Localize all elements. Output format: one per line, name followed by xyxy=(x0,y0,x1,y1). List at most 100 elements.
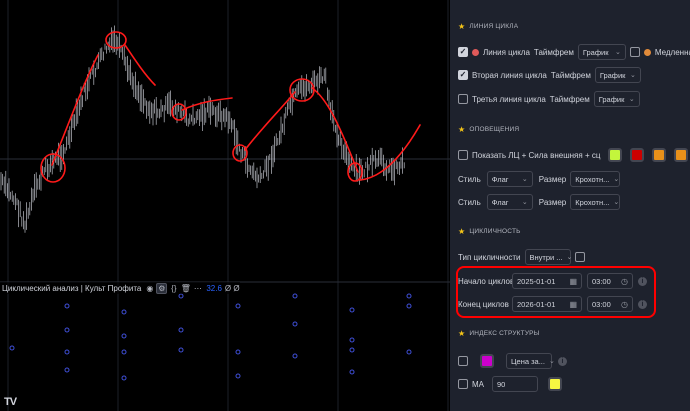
ma-checkbox[interactable] xyxy=(458,379,468,389)
indicator-values-tail: Ø Ø xyxy=(224,283,240,293)
slow-checkbox[interactable] xyxy=(629,47,640,57)
info-icon[interactable]: i xyxy=(638,276,647,286)
chevron-down-icon: ⌄ xyxy=(521,199,528,206)
cycle-line-checkbox[interactable] xyxy=(458,47,468,57)
oscillator-dot xyxy=(349,369,355,375)
size-select[interactable]: Крохотн... ⌄ xyxy=(570,194,621,210)
section-alerts: ★ ОПОВЕЩЕНИЯ xyxy=(458,123,519,135)
indicator-legend[interactable]: Циклический анализ | Культ Профита ◉ ⚙ {… xyxy=(0,282,240,294)
tradingview-logo[interactable]: TV xyxy=(4,396,17,408)
structure-checkbox[interactable] xyxy=(458,356,468,366)
cycles-end-time-input[interactable]: 03:00 ◷ xyxy=(587,296,633,312)
oscillator-dot xyxy=(349,337,355,343)
settings-icon[interactable]: ⚙ xyxy=(156,282,168,294)
slow-color-dot xyxy=(643,48,651,56)
oscillator-dot xyxy=(178,327,184,333)
oscillator-dot xyxy=(178,347,184,353)
chevron-down-icon: ⌄ xyxy=(629,72,636,79)
timeframe-select[interactable]: График ⌄ xyxy=(594,67,641,83)
trend-line xyxy=(244,91,296,151)
timeframe-label: Таймфрем xyxy=(550,70,591,80)
date-value: 2025-01-01 xyxy=(517,276,556,286)
chevron-down-icon: ⌄ xyxy=(613,199,620,206)
source-code-icon[interactable]: {} xyxy=(168,283,179,294)
alerts-show-checkbox[interactable] xyxy=(458,150,468,160)
cycles-start-time-input[interactable]: 03:00 ◷ xyxy=(587,273,633,289)
indicator-value: 32.6 xyxy=(206,283,222,293)
timeframe-select[interactable]: График ⌄ xyxy=(593,91,640,107)
star-icon: ★ xyxy=(458,328,466,338)
alert-color-swatch-3[interactable] xyxy=(652,148,667,162)
structure-color-swatch[interactable] xyxy=(480,354,494,368)
date-value: 2026-01-01 xyxy=(517,299,556,309)
style-value: Флаг xyxy=(491,174,509,184)
structure-source-select[interactable]: Цена за... ⌄ xyxy=(506,353,555,369)
cyclicity-type-select[interactable]: Внутри ... ⌄ xyxy=(524,249,573,265)
eye-icon[interactable]: ◉ xyxy=(144,283,155,294)
oscillator-dot xyxy=(235,303,241,309)
ma-color-swatch[interactable] xyxy=(548,377,562,391)
size-value: Крохотн... xyxy=(575,174,610,184)
cyclicity-type-checkbox[interactable] xyxy=(574,252,585,262)
oscillator-dot xyxy=(64,349,70,355)
cycles-start-date-input[interactable]: 2025-01-01 ▦ xyxy=(512,273,582,289)
size-select[interactable]: Крохотн... ⌄ xyxy=(570,171,621,187)
clock-icon[interactable]: ◷ xyxy=(621,300,628,309)
oscillator-dot xyxy=(292,293,298,299)
cycles-start-row: Начало циклов 2025-01-01 ▦ 03:00 ◷ i xyxy=(458,273,647,289)
oscillator-dot xyxy=(292,353,298,359)
timeframe-label: Таймфрем xyxy=(533,47,574,57)
info-icon[interactable]: i xyxy=(638,299,647,309)
oscillator-dot xyxy=(292,321,298,327)
info-icon[interactable]: i xyxy=(558,356,567,366)
ma-length-input[interactable]: 90 xyxy=(492,376,538,392)
third-cycle-line-label: Третья линия цикла xyxy=(472,94,546,104)
price-bars xyxy=(0,25,405,233)
star-icon: ★ xyxy=(458,226,466,236)
cycles-end-row: Конец циклов 2026-01-01 ▦ 03:00 ◷ i xyxy=(458,296,647,312)
structure-row: Цена за... ⌄ i xyxy=(458,353,567,369)
chevron-down-icon: ⌄ xyxy=(566,254,573,261)
cycles-end-label: Конец циклов xyxy=(458,299,509,309)
cyclicity-type-value: Внутри ... xyxy=(529,252,563,262)
more-icon[interactable]: ⋯ xyxy=(192,283,203,294)
delete-icon[interactable]: 🗑 xyxy=(180,283,191,294)
style-select[interactable]: Флаг ⌄ xyxy=(486,194,533,210)
oscillator-dot xyxy=(121,349,127,355)
timeframe-value: График xyxy=(599,70,626,80)
alert-color-swatch-2[interactable] xyxy=(630,148,645,162)
chevron-down-icon: ⌄ xyxy=(548,358,555,365)
section-title: ОПОВЕЩЕНИЯ xyxy=(469,125,520,133)
section-cyclicity: ★ ЦИКЛИЧНОСТЬ xyxy=(458,225,521,237)
alert-color-swatch-4[interactable] xyxy=(674,148,689,162)
section-title: ЛИНИЯ ЦИКЛА xyxy=(469,22,519,30)
indicator-title[interactable]: Циклический анализ | Культ Профита xyxy=(0,284,144,293)
timeframe-select[interactable]: График ⌄ xyxy=(577,44,626,60)
second-cycle-line-checkbox[interactable] xyxy=(458,70,468,80)
ma-label: MA xyxy=(472,379,484,389)
oscillator-dot xyxy=(235,349,241,355)
alerts-show-label: Показать ЛЦ + Сила внешняя + сц xyxy=(472,150,601,160)
chart-grid xyxy=(0,0,450,411)
oscillator-dot xyxy=(349,307,355,313)
chart-area[interactable]: Циклический анализ | Культ Профита ◉ ⚙ {… xyxy=(0,0,450,411)
chevron-down-icon: ⌄ xyxy=(628,96,635,103)
clock-icon[interactable]: ◷ xyxy=(621,277,628,286)
oscillator-pane xyxy=(9,293,412,381)
calendar-icon[interactable]: ▦ xyxy=(569,300,577,309)
cycles-end-date-input[interactable]: 2026-01-01 ▦ xyxy=(512,296,582,312)
oscillator-dot xyxy=(64,303,70,309)
calendar-icon[interactable]: ▦ xyxy=(569,277,577,286)
cyclicity-type-label: Тип цикличности xyxy=(458,252,521,262)
chart-canvas[interactable] xyxy=(0,0,450,411)
style-label: Стиль xyxy=(458,174,481,184)
third-cycle-line-checkbox[interactable] xyxy=(458,94,468,104)
alerts-show-row: Показать ЛЦ + Сила внешняя + сц xyxy=(458,147,689,163)
section-title: ЦИКЛИЧНОСТЬ xyxy=(469,227,521,235)
style-select[interactable]: Флаг ⌄ xyxy=(486,171,533,187)
ma-length-value: 90 xyxy=(497,379,506,389)
style-value: Флаг xyxy=(491,197,509,207)
trend-line xyxy=(124,44,156,86)
alert-color-swatch-1[interactable] xyxy=(608,148,623,162)
timeframe-value: График xyxy=(598,94,625,104)
